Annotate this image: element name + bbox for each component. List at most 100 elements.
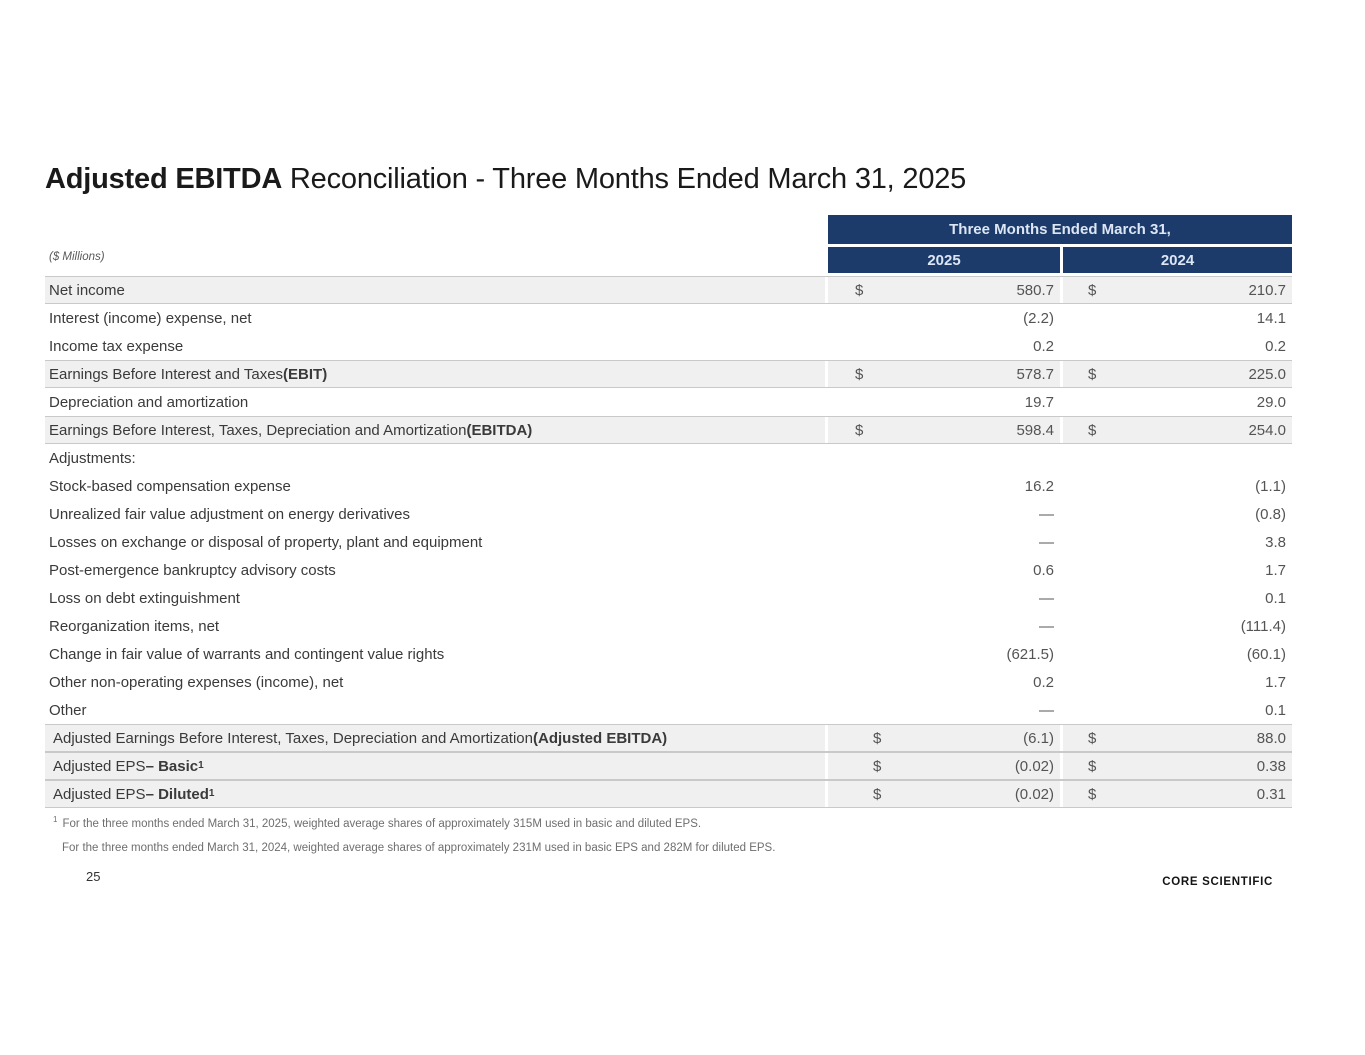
cell-value: (2.2) (1023, 310, 1054, 327)
dollar-sign: $ (873, 758, 881, 775)
cell-2024: 0.1 (1063, 584, 1292, 612)
cell-2024: 0.2 (1063, 332, 1292, 360)
table-row: Unrealized fair value adjustment on ener… (45, 500, 1292, 528)
cell-value: 1.7 (1265, 562, 1286, 579)
dollar-sign: $ (1088, 422, 1096, 439)
footnote-2: For the three months ended March 31, 202… (62, 841, 775, 855)
cell-2024 (1063, 444, 1292, 472)
cell-2025: $580.7 (828, 277, 1060, 303)
dollar-sign: $ (1088, 282, 1096, 299)
cell-value: 0.38 (1257, 758, 1286, 775)
cell-value: 14.1 (1257, 310, 1286, 327)
row-label: Depreciation and amortization (45, 388, 825, 416)
cell-value: (111.4) (1241, 618, 1286, 635)
table-header-group: Three Months Ended March 31, (828, 215, 1292, 244)
table-row: Change in fair value of warrants and con… (45, 640, 1292, 668)
table-row: Adjustments: (45, 444, 1292, 472)
cell-2024: (60.1) (1063, 640, 1292, 668)
cell-2025: 0.6 (828, 556, 1060, 584)
cell-value: — (1039, 702, 1054, 719)
row-label: Losses on exchange or disposal of proper… (45, 528, 825, 556)
page-title-rest: Reconciliation - Three Months Ended Marc… (282, 163, 966, 195)
row-label: Adjusted EPS – Diluted1 (45, 781, 825, 807)
dollar-sign: $ (1088, 366, 1096, 383)
page-number: 25 (86, 869, 100, 884)
table-row: Other—0.1 (45, 696, 1292, 724)
cell-2024: $0.38 (1063, 753, 1292, 779)
cell-value: 88.0 (1257, 730, 1286, 747)
dollar-sign: $ (855, 366, 863, 383)
cell-value: — (1039, 618, 1054, 635)
footnote-1: 1 For the three months ended March 31, 20… (53, 813, 775, 831)
row-label: Change in fair value of warrants and con… (45, 640, 825, 668)
cell-value: 0.2 (1033, 338, 1054, 355)
table-header-years: 2025 2024 (828, 247, 1292, 273)
cell-2024: (1.1) (1063, 472, 1292, 500)
footnote-marker: 1 (53, 815, 57, 824)
cell-value: — (1039, 590, 1054, 607)
row-label: Income tax expense (45, 332, 825, 360)
cell-value: 3.8 (1265, 534, 1286, 551)
page-title-bold: Adjusted EBITDA (45, 163, 282, 195)
table-row: Reorganization items, net — (111.4) (45, 612, 1292, 640)
cell-2025: — (828, 612, 1060, 640)
cell-2024: $88.0 (1063, 725, 1292, 751)
cell-value: 598.4 (1016, 422, 1054, 439)
table-row: Post-emergence bankruptcy advisory costs… (45, 556, 1292, 584)
table-row: Depreciation and amortization19.7 29.0 (45, 388, 1292, 416)
cell-value: (621.5) (1006, 646, 1054, 663)
row-label: Earnings Before Interest and Taxes (EBIT… (45, 361, 825, 387)
cell-value: 254.0 (1248, 422, 1286, 439)
cell-value: (1.1) (1255, 478, 1286, 495)
dollar-sign: $ (855, 282, 863, 299)
cell-2024: 1.7 (1063, 668, 1292, 696)
slide: Adjusted EBITDA Reconciliation - Three M… (0, 0, 1365, 1055)
cell-2024: 14.1 (1063, 304, 1292, 332)
cell-2025: 0.2 (828, 332, 1060, 360)
table-row: Earnings Before Interest and Taxes (EBIT… (45, 360, 1292, 388)
cell-value: 0.1 (1265, 590, 1286, 607)
table-row: Losses on exchange or disposal of proper… (45, 528, 1292, 556)
cell-2025: 19.7 (828, 388, 1060, 416)
cell-2024: $254.0 (1063, 417, 1292, 443)
footnote-text: For the three months ended March 31, 202… (62, 818, 701, 830)
table-row: Net income$580.7$210.7 (45, 276, 1292, 304)
table-header-2025: 2025 (828, 247, 1060, 273)
cell-value: 0.2 (1033, 674, 1054, 691)
dollar-sign: $ (873, 786, 881, 803)
table-row: Adjusted EPS – Diluted1$(0.02)$0.31 (45, 780, 1292, 808)
cell-2025: — (828, 500, 1060, 528)
row-label: Reorganization items, net (45, 612, 825, 640)
table-row: Earnings Before Interest, Taxes, Depreci… (45, 416, 1292, 444)
cell-value: 225.0 (1248, 366, 1286, 383)
table-row: Stock-based compensation expense16.2(1.1… (45, 472, 1292, 500)
cell-2025: — (828, 584, 1060, 612)
table-row: Income tax expense 0.2 0.2 (45, 332, 1292, 360)
cell-value: — (1039, 534, 1054, 551)
row-label: Earnings Before Interest, Taxes, Depreci… (45, 417, 825, 443)
cell-2024: $225.0 (1063, 361, 1292, 387)
table-row: Other non-operating expenses (income), n… (45, 668, 1292, 696)
core-scientific-logo: CORE SCIENTIFIC (1162, 876, 1273, 888)
cell-value: 16.2 (1025, 478, 1054, 495)
row-label: Adjusted EPS – Basic1 (45, 753, 825, 779)
cell-value: (0.8) (1255, 506, 1286, 523)
row-label: Post-emergence bankruptcy advisory costs (45, 556, 825, 584)
row-label: Adjusted Earnings Before Interest, Taxes… (45, 725, 825, 751)
table-header-2024: 2024 (1063, 247, 1292, 273)
cell-2025: $(0.02) (828, 781, 1060, 807)
row-label: Interest (income) expense, net (45, 304, 825, 332)
cell-2025: $598.4 (828, 417, 1060, 443)
table-row: Loss on debt extinguishment—0.1 (45, 584, 1292, 612)
cell-2024: 29.0 (1063, 388, 1292, 416)
cell-value: 29.0 (1257, 394, 1286, 411)
row-label: Adjustments: (45, 444, 825, 472)
cell-2025: $578.7 (828, 361, 1060, 387)
dollar-sign: $ (873, 730, 881, 747)
cell-2024: (0.8) (1063, 500, 1292, 528)
cell-value: (0.02) (1015, 758, 1054, 775)
cell-2025: $(6.1) (828, 725, 1060, 751)
cell-2024: 3.8 (1063, 528, 1292, 556)
dollar-sign: $ (1088, 730, 1096, 747)
cell-value: 0.31 (1257, 786, 1286, 803)
